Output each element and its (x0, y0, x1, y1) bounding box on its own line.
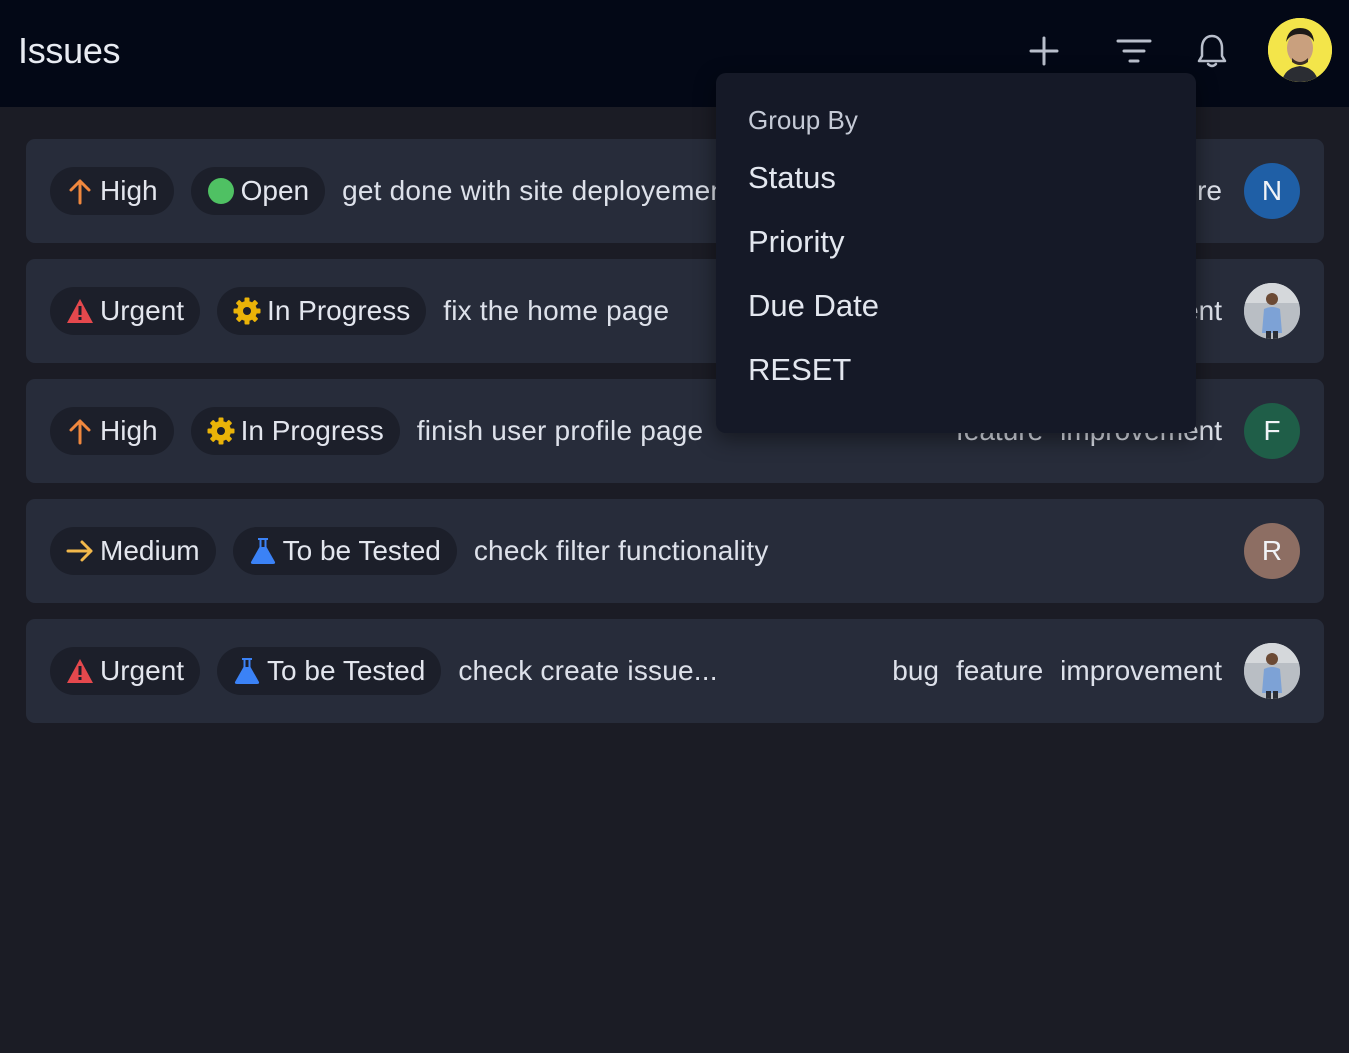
priority-label: Urgent (100, 295, 185, 326)
assignee-initial: R (1261, 535, 1283, 566)
assignee-avatar[interactable]: F (1244, 403, 1300, 459)
bell-icon (1197, 34, 1227, 68)
issue-title[interactable]: check filter functionality (474, 535, 769, 567)
status-label: In Progress (240, 415, 384, 446)
priority-pill[interactable]: High (50, 407, 174, 455)
issue-card[interactable]: Medium To be Tested check filter functio… (26, 499, 1324, 603)
gear-icon (207, 417, 235, 445)
page-title: Issues (18, 30, 121, 71)
tag: feature (955, 655, 1044, 686)
status-pill[interactable]: To be Tested (232, 527, 457, 575)
issue-title[interactable]: get done with site deployement (342, 175, 734, 207)
priority-label: Medium (100, 535, 200, 566)
user-photo-icon (1244, 283, 1300, 339)
group-by-priority[interactable]: Priority (748, 226, 1196, 290)
filter-icon (1116, 39, 1152, 63)
add-issue-button[interactable] (1019, 26, 1069, 76)
open-dot-icon (207, 177, 235, 205)
status-pill[interactable]: Open (190, 167, 326, 215)
gear-icon (233, 297, 261, 325)
reset-grouping[interactable]: RESET (748, 354, 1196, 418)
assignee-avatar[interactable]: R (1244, 523, 1300, 579)
issue-title[interactable]: fix the home page (443, 295, 669, 327)
priority-pill[interactable]: Urgent (50, 647, 201, 695)
issue-title[interactable]: finish user profile page (417, 415, 704, 447)
assignee-avatar[interactable]: N (1244, 163, 1300, 219)
arrow-right-icon (66, 537, 94, 565)
warning-icon (66, 297, 94, 325)
status-pill[interactable]: In Progress (190, 407, 400, 455)
priority-pill[interactable]: Urgent (50, 287, 201, 335)
status-label: To be Tested (267, 655, 426, 686)
notifications-button[interactable] (1187, 26, 1237, 76)
tag-list: bug feature improvement (875, 619, 1222, 723)
filter-button[interactable] (1109, 26, 1159, 76)
profile-avatar[interactable] (1268, 18, 1332, 82)
warning-icon (66, 657, 94, 685)
status-pill[interactable]: To be Tested (217, 647, 442, 695)
tag: bug (892, 655, 939, 686)
user-photo-icon (1244, 643, 1300, 699)
status-label: To be Tested (282, 535, 441, 566)
group-by-heading: Group By (748, 105, 858, 135)
priority-pill[interactable]: High (50, 167, 174, 215)
group-by-status[interactable]: Status (748, 162, 1196, 226)
flask-icon (249, 537, 277, 565)
priority-label: High (100, 415, 158, 446)
assignee-initial: N (1261, 175, 1283, 206)
assignee-avatar[interactable] (1244, 283, 1300, 339)
issue-card[interactable]: Urgent To be Tested check create issue..… (26, 619, 1324, 723)
group-by-menu: Group By Status Priority Due Date RESET (716, 73, 1196, 433)
priority-pill[interactable]: Medium (50, 527, 216, 575)
status-label: In Progress (267, 295, 411, 326)
priority-label: High (100, 175, 158, 206)
plus-icon (1029, 36, 1059, 66)
assignee-avatar[interactable] (1244, 643, 1300, 699)
issue-title[interactable]: check create issue... (458, 655, 717, 687)
group-by-due-date[interactable]: Due Date (748, 290, 1196, 354)
status-pill[interactable]: In Progress (217, 287, 427, 335)
arrow-up-icon (66, 177, 94, 205)
flask-icon (233, 657, 261, 685)
priority-label: Urgent (100, 655, 185, 686)
user-photo-icon (1268, 18, 1332, 82)
assignee-initial: F (1263, 415, 1281, 446)
arrow-up-icon (66, 417, 94, 445)
status-label: Open (240, 175, 310, 206)
tag: improvement (1060, 655, 1222, 686)
